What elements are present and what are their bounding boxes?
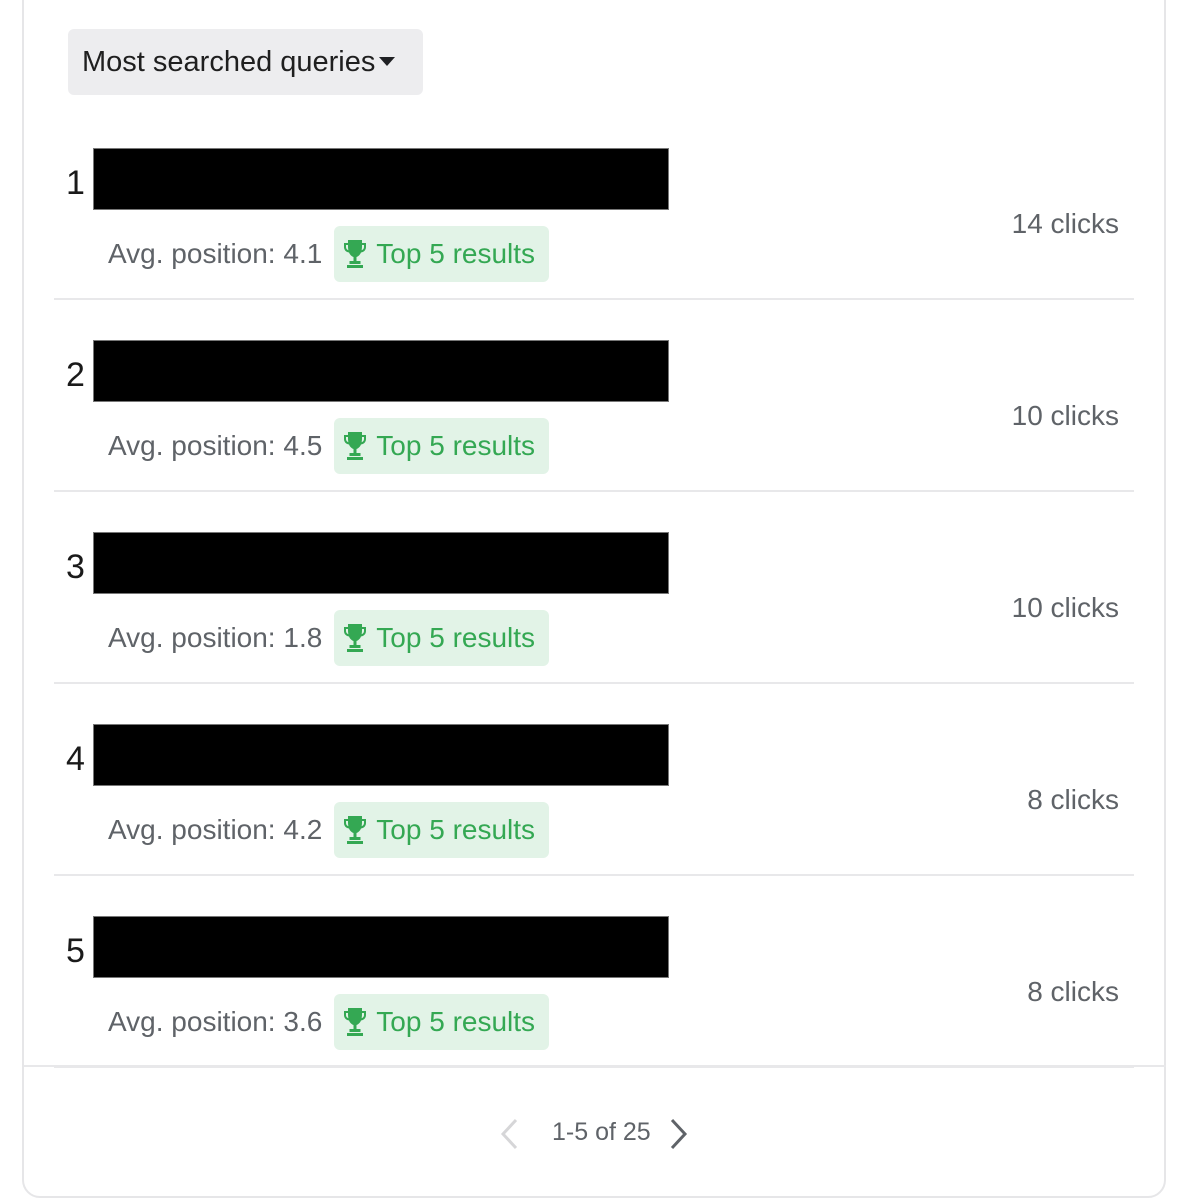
top-results-badge: Top 5 results [334,610,550,666]
redacted-query-text [93,532,669,594]
click-count: 10 clicks [1011,400,1119,431]
top-results-badge: Top 5 results [334,994,550,1050]
avg-position: Avg. position: 4.5 [108,430,323,461]
query-meta: Avg. position: 4.2 Top 5 results [108,802,550,858]
query-row[interactable]: 2 Avg. position: 4.5 Top 5 results 10 cl… [54,300,1134,492]
trophy-icon [344,624,367,652]
trophy-icon [344,1008,367,1036]
query-rank: 2 [66,356,85,394]
redacted-query-text [93,340,669,402]
caret-down-icon [379,57,395,66]
query-row[interactable]: 4 Avg. position: 4.2 Top 5 results 8 cli… [54,684,1134,876]
trophy-icon [344,816,367,844]
avg-position: Avg. position: 3.6 [108,1006,323,1037]
query-rank: 4 [66,740,85,778]
badge-label: Top 5 results [376,622,536,653]
query-row[interactable]: 1 Avg. position: 4.1 Top 5 results 14 cl… [54,108,1134,300]
query-meta: Avg. position: 3.6 Top 5 results [108,994,550,1050]
footer-divider [24,1065,1166,1067]
chevron-left-icon[interactable] [496,1116,522,1152]
chevron-right-icon[interactable] [666,1116,692,1152]
avg-position: Avg. position: 1.8 [108,622,323,653]
badge-label: Top 5 results [376,238,536,269]
click-count: 10 clicks [1011,592,1119,623]
query-meta: Avg. position: 4.5 Top 5 results [108,418,550,474]
query-rank: 3 [66,548,85,586]
badge-label: Top 5 results [376,1006,536,1037]
query-rank: 1 [66,164,85,202]
trophy-icon [344,432,367,460]
dropdown-label: Most searched queries [82,45,376,78]
avg-position: Avg. position: 4.1 [108,238,323,269]
click-count: 8 clicks [1027,784,1119,815]
query-row[interactable]: 5 Avg. position: 3.6 Top 5 results 8 cli… [54,876,1134,1068]
redacted-query-text [93,916,669,978]
click-count: 14 clicks [1011,208,1119,239]
pagination-label: 1-5 of 25 [552,1118,651,1146]
query-row[interactable]: 3 Avg. position: 1.8 Top 5 results 10 cl… [54,492,1134,684]
redacted-query-text [93,724,669,786]
click-count: 8 clicks [1027,976,1119,1007]
avg-position: Avg. position: 4.2 [108,814,323,845]
pagination: 1-5 of 25 [0,1108,1200,1158]
redacted-query-text [93,148,669,210]
badge-label: Top 5 results [376,814,536,845]
badge-label: Top 5 results [376,430,536,461]
top-results-badge: Top 5 results [334,226,550,282]
query-meta: Avg. position: 4.1 Top 5 results [108,226,550,282]
query-type-dropdown[interactable]: Most searched queries [68,29,423,95]
query-rank: 5 [66,932,85,970]
query-meta: Avg. position: 1.8 Top 5 results [108,610,550,666]
top-results-badge: Top 5 results [334,802,550,858]
trophy-icon [344,240,367,268]
top-results-badge: Top 5 results [334,418,550,474]
